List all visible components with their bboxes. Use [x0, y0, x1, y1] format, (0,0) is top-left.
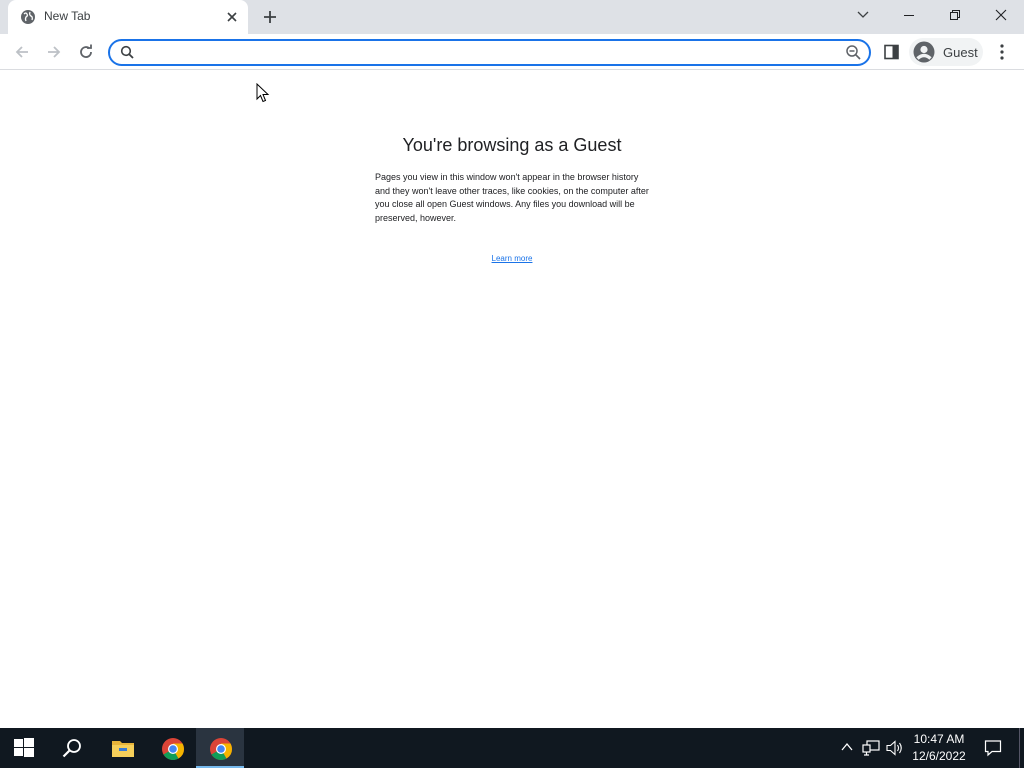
- tab-new-tab[interactable]: New Tab: [8, 0, 248, 34]
- chrome-icon: [162, 738, 184, 760]
- tab-title: New Tab: [44, 9, 91, 23]
- minimize-button[interactable]: [886, 0, 932, 30]
- taskbar-search-button[interactable]: [48, 728, 96, 768]
- close-icon: [995, 9, 1007, 21]
- profile-label: Guest: [943, 45, 978, 60]
- address-input[interactable]: [142, 43, 832, 62]
- zoom-out-icon[interactable]: [845, 44, 862, 61]
- file-explorer-button[interactable]: [98, 728, 146, 768]
- volume-icon: [886, 740, 902, 756]
- guest-description: Pages you view in this window won't appe…: [375, 172, 649, 223]
- restore-icon: [950, 10, 960, 20]
- reload-button[interactable]: [72, 38, 100, 66]
- learn-more-wrapper: Learn more: [0, 254, 1024, 263]
- omnibox[interactable]: [108, 39, 871, 66]
- new-tab-button[interactable]: [258, 5, 282, 29]
- chrome-taskbar-button-active[interactable]: [196, 728, 244, 768]
- clock-time: 10:47 AM: [913, 732, 965, 746]
- action-center-button[interactable]: [978, 728, 1008, 768]
- network-button[interactable]: [860, 728, 882, 768]
- profile-button[interactable]: Guest: [909, 38, 983, 66]
- learn-more-link[interactable]: Learn more: [492, 254, 533, 263]
- side-panel-icon: [884, 44, 899, 60]
- chrome-icon: [210, 738, 232, 760]
- network-icon: [862, 740, 880, 756]
- clock-date: 12/6/2022: [912, 749, 966, 763]
- windows-start-icon: [14, 738, 34, 757]
- tab-search-button[interactable]: [840, 0, 886, 30]
- forward-button[interactable]: [40, 38, 68, 66]
- reload-icon: [80, 44, 92, 58]
- taskbar: 10:47 AM 12/6/2022: [0, 728, 1024, 768]
- back-button[interactable]: [8, 38, 36, 66]
- forward-arrow-icon: [48, 46, 61, 58]
- window-close-button[interactable]: [978, 0, 1024, 30]
- three-dot-menu-icon: [1000, 44, 1004, 60]
- file-explorer-icon: [112, 741, 134, 757]
- volume-button[interactable]: [884, 728, 906, 768]
- restore-button[interactable]: [932, 0, 978, 30]
- start-button[interactable]: [0, 728, 48, 768]
- globe-icon: [20, 9, 36, 25]
- minimize-icon: [904, 15, 914, 16]
- page-content: You're browsing as a Guest Pages you vie…: [0, 70, 1024, 728]
- side-panel-button[interactable]: [880, 38, 904, 66]
- page-heading: You're browsing as a Guest: [402, 135, 622, 155]
- chevron-up-icon: [841, 742, 853, 751]
- show-desktop-button[interactable]: [1019, 728, 1024, 768]
- person-icon: [913, 41, 935, 63]
- search-icon: [120, 45, 135, 60]
- tab-strip: New Tab: [0, 0, 1024, 34]
- system-clock[interactable]: 10:47 AM 12/6/2022: [908, 731, 970, 765]
- chrome-taskbar-button[interactable]: [148, 728, 196, 768]
- show-hidden-icons-button[interactable]: [836, 728, 858, 768]
- close-icon[interactable]: [224, 9, 240, 25]
- back-arrow-icon: [15, 46, 28, 58]
- menu-button[interactable]: [990, 38, 1014, 66]
- mouse-cursor-icon: [256, 82, 270, 103]
- search-icon: [62, 739, 81, 758]
- notification-icon: [984, 740, 1002, 757]
- chevron-down-icon: [857, 11, 869, 18]
- toolbar: [0, 34, 1024, 70]
